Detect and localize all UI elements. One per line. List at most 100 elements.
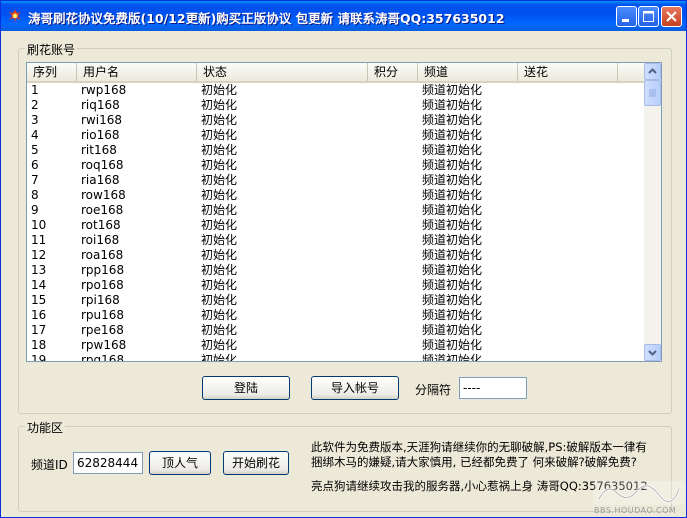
watermark-text: BBS.HOUDAO.COM: [594, 506, 677, 515]
cell-status: 初始化: [201, 98, 238, 112]
table-row[interactable]: 18 rpw168 初始化 频道初始化: [27, 338, 646, 353]
minimize-icon: [622, 19, 629, 22]
cell-index: 5: [31, 143, 39, 157]
scroll-up-icon: [648, 68, 657, 74]
cell-status: 初始化: [201, 308, 238, 322]
cell-index: 7: [31, 173, 39, 187]
cell-username: roa168: [81, 248, 124, 262]
table-row[interactable]: 4 rio168 初始化 频道初始化: [27, 128, 646, 143]
scroll-thumb[interactable]: [644, 80, 661, 106]
channel-id-input[interactable]: [73, 452, 143, 474]
cell-channel: 频道初始化: [422, 248, 483, 262]
list-vertical-scrollbar[interactable]: [644, 63, 661, 361]
import-accounts-button[interactable]: 导入帐号: [311, 376, 399, 400]
col-header-status[interactable]: 状态: [197, 63, 368, 81]
table-row[interactable]: 14 rpo168 初始化 频道初始化: [27, 278, 646, 293]
top-popularity-button[interactable]: 顶人气: [149, 451, 211, 475]
cell-channel: 频道初始化: [422, 98, 483, 112]
cell-index: 9: [31, 203, 39, 217]
cell-index: 10: [31, 218, 47, 232]
cell-index: 8: [31, 188, 39, 202]
cell-username: rpp168: [81, 263, 125, 277]
cell-index: 3: [31, 113, 39, 127]
cell-channel: 频道初始化: [422, 113, 483, 127]
col-header-points[interactable]: 积分: [368, 63, 418, 81]
table-row[interactable]: 19 rpq168 初始化 频道初始化: [27, 353, 646, 362]
table-row[interactable]: 11 roi168 初始化 频道初始化: [27, 233, 646, 248]
cell-status: 初始化: [201, 113, 238, 127]
list-header: 序列 用户名 状态 积分 频道 送花: [27, 63, 646, 83]
cell-channel: 频道初始化: [422, 173, 483, 187]
close-icon: [666, 11, 677, 22]
function-group-label: 功能区: [25, 419, 66, 436]
table-row[interactable]: 1 rwp168 初始化 频道初始化: [27, 83, 646, 98]
table-row[interactable]: 16 rpu168 初始化 频道初始化: [27, 308, 646, 323]
cell-index: 19: [31, 353, 47, 362]
maximize-button[interactable]: [638, 6, 659, 27]
cell-index: 16: [31, 308, 47, 322]
maximize-icon: [643, 11, 654, 22]
cell-username: riq168: [81, 98, 120, 112]
cell-status: 初始化: [201, 263, 238, 277]
cell-index: 12: [31, 248, 47, 262]
app-icon: [9, 9, 21, 23]
separator-input[interactable]: [459, 377, 527, 399]
table-row[interactable]: 10 rot168 初始化 频道初始化: [27, 218, 646, 233]
minimize-button[interactable]: [616, 6, 637, 27]
cell-username: rpi168: [81, 293, 120, 307]
start-flowers-button[interactable]: 开始刷花: [223, 451, 289, 475]
cell-channel: 频道初始化: [422, 278, 483, 292]
table-row[interactable]: 5 rit168 初始化 频道初始化: [27, 143, 646, 158]
scroll-down-icon: [648, 350, 657, 356]
table-row[interactable]: 3 rwi168 初始化 频道初始化: [27, 113, 646, 128]
cell-index: 4: [31, 128, 39, 142]
table-row[interactable]: 9 roe168 初始化 频道初始化: [27, 203, 646, 218]
table-row[interactable]: 8 row168 初始化 频道初始化: [27, 188, 646, 203]
cell-username: rpu168: [81, 308, 125, 322]
cell-channel: 频道初始化: [422, 188, 483, 202]
table-row[interactable]: 12 roa168 初始化 频道初始化: [27, 248, 646, 263]
grip-icon: [649, 89, 656, 97]
cell-username: rit168: [81, 143, 117, 157]
cell-username: rot168: [81, 218, 121, 232]
col-header-flowers[interactable]: 送花: [518, 63, 618, 81]
table-row[interactable]: 6 roq168 初始化 频道初始化: [27, 158, 646, 173]
cell-channel: 频道初始化: [422, 353, 483, 362]
table-row[interactable]: 15 rpi168 初始化 频道初始化: [27, 293, 646, 308]
cell-channel: 频道初始化: [422, 143, 483, 157]
col-header-username[interactable]: 用户名: [77, 63, 197, 81]
cell-username: rpq168: [81, 353, 125, 362]
cell-status: 初始化: [201, 158, 238, 172]
scroll-down-button[interactable]: [644, 344, 661, 361]
table-row[interactable]: 7 ria168 初始化 频道初始化: [27, 173, 646, 188]
cell-status: 初始化: [201, 173, 238, 187]
window-title: 涛哥刷花协议免费版(10/12更新)购买正版协议 包更新 请联系涛哥QQ:357…: [28, 11, 505, 26]
cell-channel: 频道初始化: [422, 233, 483, 247]
scroll-up-button[interactable]: [644, 63, 661, 80]
cell-status: 初始化: [201, 233, 238, 247]
cell-username: rpe168: [81, 323, 124, 337]
cell-status: 初始化: [201, 143, 238, 157]
cell-username: roq168: [81, 158, 124, 172]
cell-username: ria168: [81, 173, 120, 187]
cell-channel: 频道初始化: [422, 338, 483, 352]
cell-channel: 频道初始化: [422, 308, 483, 322]
cell-status: 初始化: [201, 188, 238, 202]
col-header-channel[interactable]: 频道: [418, 63, 518, 81]
account-list[interactable]: 序列 用户名 状态 积分 频道 送花 1 rwp168 初始化 频道初始化 2 riq16…: [26, 62, 662, 362]
cell-channel: 频道初始化: [422, 203, 483, 217]
cell-index: 2: [31, 98, 39, 112]
title-bar[interactable]: 涛哥刷花协议免费版(10/12更新)购买正版协议 包更新 请联系涛哥QQ:357…: [1, 1, 686, 31]
table-row[interactable]: 2 riq168 初始化 频道初始化: [27, 98, 646, 113]
cell-channel: 频道初始化: [422, 128, 483, 142]
table-row[interactable]: 17 rpe168 初始化 频道初始化: [27, 323, 646, 338]
main-window: 涛哥刷花协议免费版(10/12更新)购买正版协议 包更新 请联系涛哥QQ:357…: [0, 0, 687, 518]
cell-index: 11: [31, 233, 47, 247]
cell-username: rpo168: [81, 278, 124, 292]
col-header-filler: [618, 63, 646, 81]
table-row[interactable]: 13 rpp168 初始化 频道初始化: [27, 263, 646, 278]
cell-index: 1: [31, 83, 39, 97]
close-button[interactable]: [661, 6, 682, 27]
login-button[interactable]: 登陆: [202, 376, 290, 400]
col-header-index[interactable]: 序列: [27, 63, 77, 81]
